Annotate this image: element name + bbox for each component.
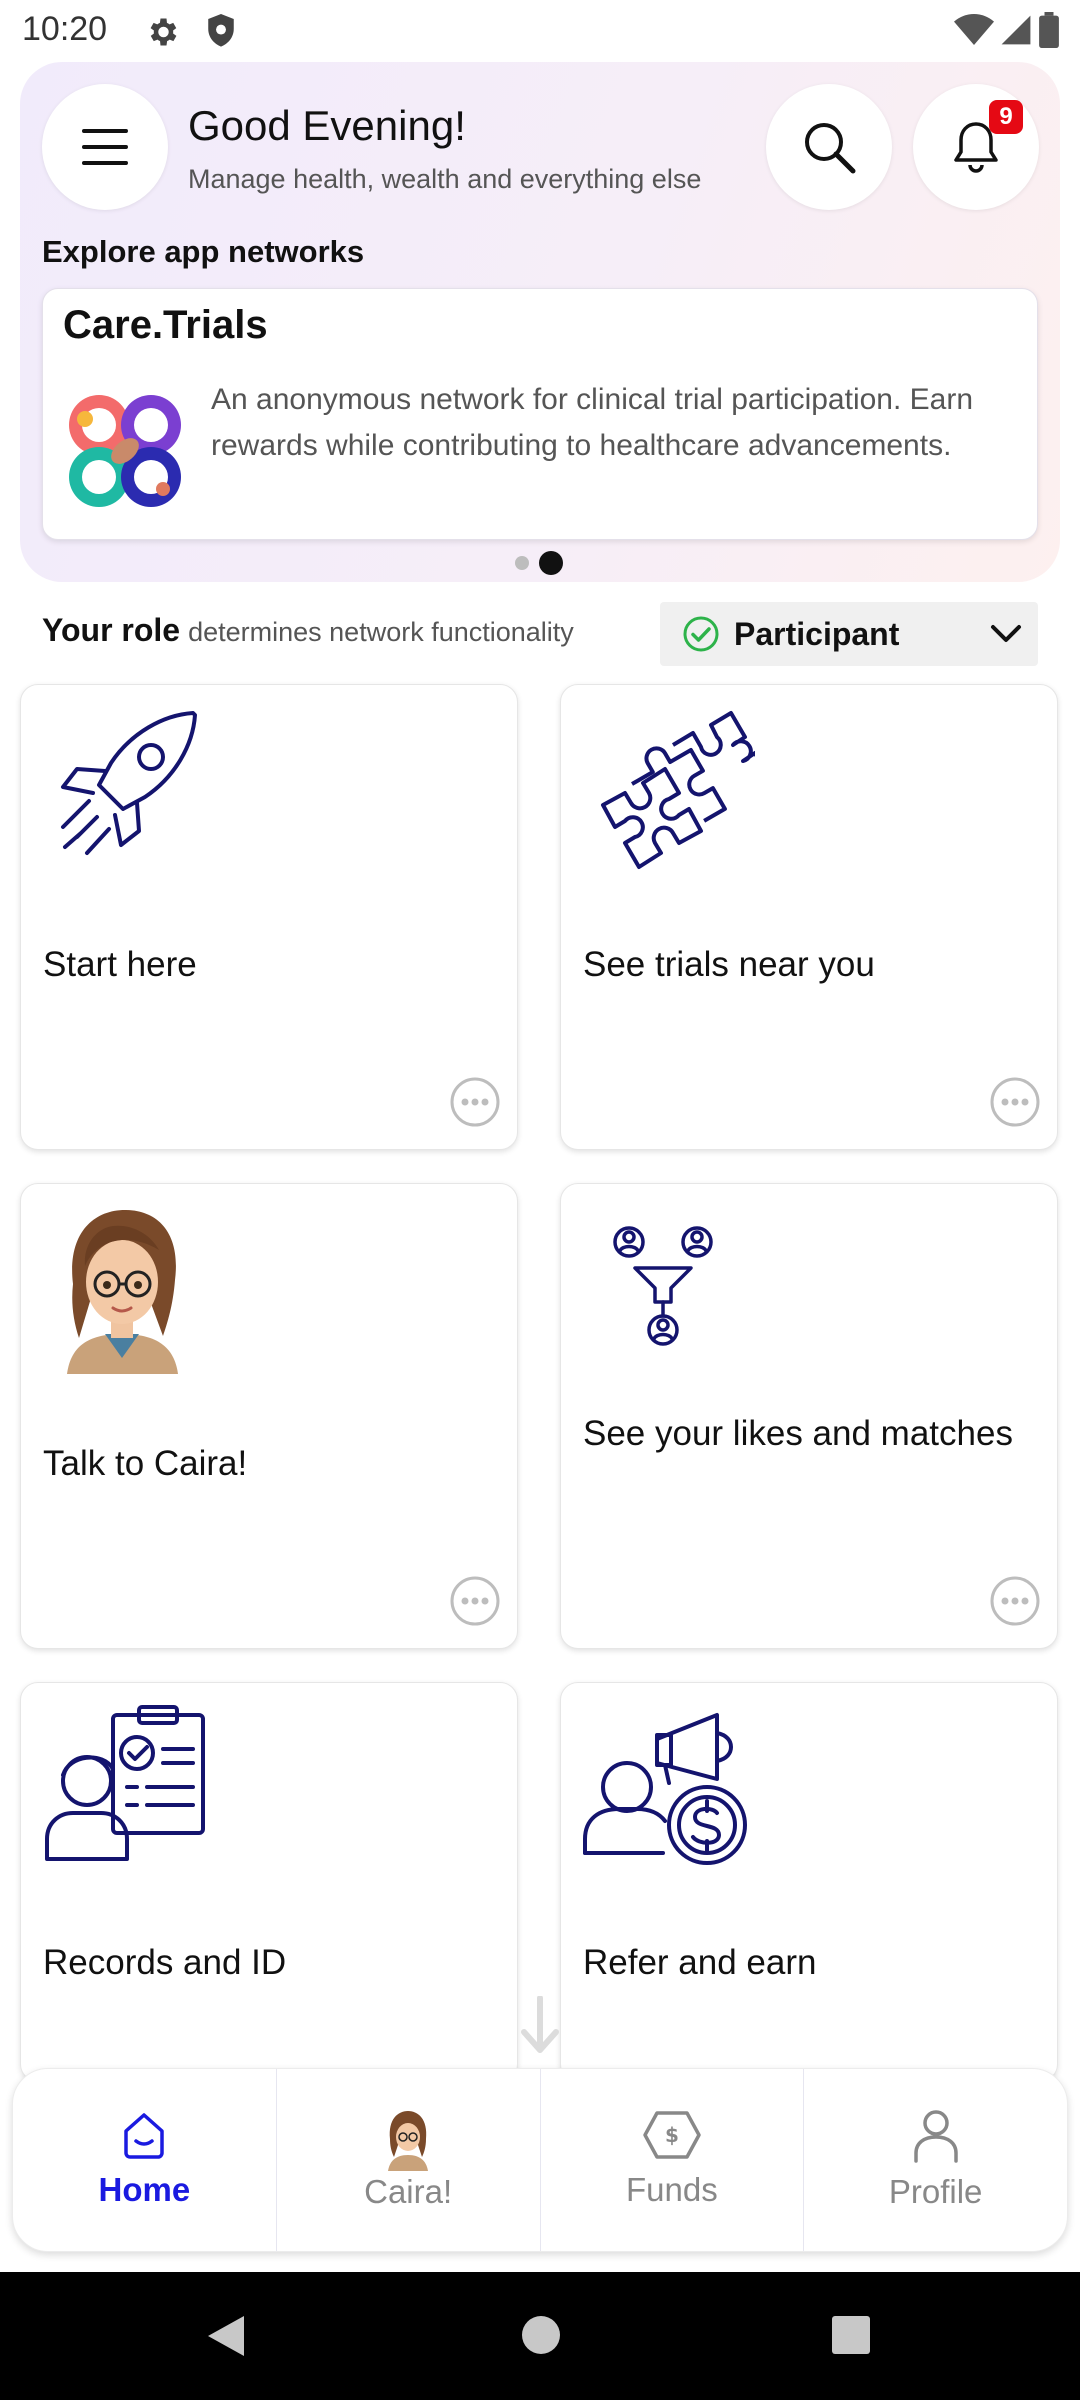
hamburger-icon — [82, 129, 128, 165]
nav-label: Funds — [626, 2171, 718, 2208]
refer-icon — [583, 1703, 755, 1874]
nav-label: Home — [98, 2171, 191, 2208]
back-icon[interactable] — [204, 2314, 246, 2363]
battery-icon — [1038, 12, 1060, 53]
tile-see-trials[interactable]: See trials near you — [560, 684, 1058, 1150]
network-card-care-trials[interactable]: Care.Trials An anonymous network for cli… — [42, 288, 1038, 540]
home-icon — [124, 2113, 165, 2159]
tile-label: See trials near you — [583, 945, 875, 984]
records-icon — [43, 1703, 209, 1868]
tile-talk-to-caira[interactable]: Talk to Caira! — [20, 1183, 518, 1649]
chevron-down-icon — [991, 625, 1021, 642]
system-navigation-bar — [0, 2272, 1080, 2400]
tile-label: Refer and earn — [583, 1943, 817, 1982]
bottom-navigation: Home Caira! $ Funds Profile — [12, 2068, 1068, 2252]
more-options-icon[interactable] — [449, 1076, 501, 1133]
recents-square-icon[interactable] — [830, 2314, 872, 2361]
profile-icon — [913, 2110, 958, 2163]
tile-label: Talk to Caira! — [43, 1444, 248, 1483]
tile-label: Records and ID — [43, 1943, 287, 1982]
cell-signal-icon — [1000, 13, 1032, 52]
puzzle-icon — [583, 705, 769, 882]
shield-icon — [204, 12, 238, 55]
network-description: An anonymous network for clinical trial … — [211, 383, 974, 462]
carousel-dots[interactable] — [515, 551, 563, 575]
rocket-icon — [43, 705, 203, 870]
scroll-down-arrow-icon — [520, 1995, 560, 2061]
notifications-button[interactable]: 9 — [913, 84, 1039, 210]
carousel-dot-2-active[interactable] — [539, 551, 563, 575]
wifi-icon — [954, 13, 994, 52]
status-bar: 10:20 — [0, 0, 1080, 62]
explore-networks-label: Explore app networks — [42, 234, 365, 269]
tile-label: See your likes and matches — [583, 1414, 1013, 1453]
nav-home[interactable]: Home — [13, 2069, 276, 2251]
role-row: Your role determines network functionalit… — [42, 612, 574, 649]
role-title: Your role — [42, 612, 181, 648]
care-trials-logo — [63, 389, 187, 518]
funds-icon: $ — [643, 2111, 701, 2159]
home-circle-icon[interactable] — [520, 2314, 562, 2361]
search-button[interactable] — [766, 84, 892, 210]
network-title: Care.Trials — [63, 303, 268, 347]
tile-start-here[interactable]: Start here — [20, 684, 518, 1150]
notification-badge: 9 — [989, 100, 1023, 134]
menu-button[interactable] — [42, 84, 168, 210]
check-circle-icon — [683, 616, 719, 652]
more-options-icon[interactable] — [989, 1575, 1041, 1632]
greeting-title: Good Evening! — [188, 102, 466, 149]
role-selected-value: Participant — [734, 615, 900, 652]
matches-icon — [611, 1224, 715, 1353]
nav-caira[interactable]: Caira! — [275, 2069, 540, 2251]
caira-avatar — [388, 2111, 429, 2171]
more-options-icon[interactable] — [989, 1076, 1041, 1133]
tile-refer-and-earn[interactable]: Refer and earn — [560, 1682, 1058, 2082]
nav-profile[interactable]: Profile — [803, 2069, 1067, 2251]
greeting-subtitle: Manage health, wealth and everything els… — [188, 164, 702, 194]
search-icon — [805, 123, 856, 174]
tile-likes-and-matches[interactable]: See your likes and matches — [560, 1183, 1058, 1649]
role-description: determines network functionality — [188, 617, 574, 647]
caira-avatar — [43, 1204, 201, 1379]
header-card: Good Evening! Manage health, wealth and … — [20, 62, 1060, 582]
tile-label: Start here — [43, 945, 197, 984]
carousel-dot-1[interactable] — [515, 556, 529, 570]
nav-funds[interactable]: $ Funds — [539, 2069, 804, 2251]
nav-label: Profile — [888, 2173, 983, 2210]
role-dropdown[interactable]: Participant — [660, 602, 1038, 666]
tile-records-and-id[interactable]: Records and ID — [20, 1682, 518, 2082]
settings-gear-icon — [144, 14, 180, 55]
svg-text:$: $ — [665, 2123, 679, 2147]
more-options-icon[interactable] — [449, 1575, 501, 1632]
status-clock: 10:20 — [22, 10, 108, 48]
nav-label: Caira! — [364, 2173, 453, 2210]
